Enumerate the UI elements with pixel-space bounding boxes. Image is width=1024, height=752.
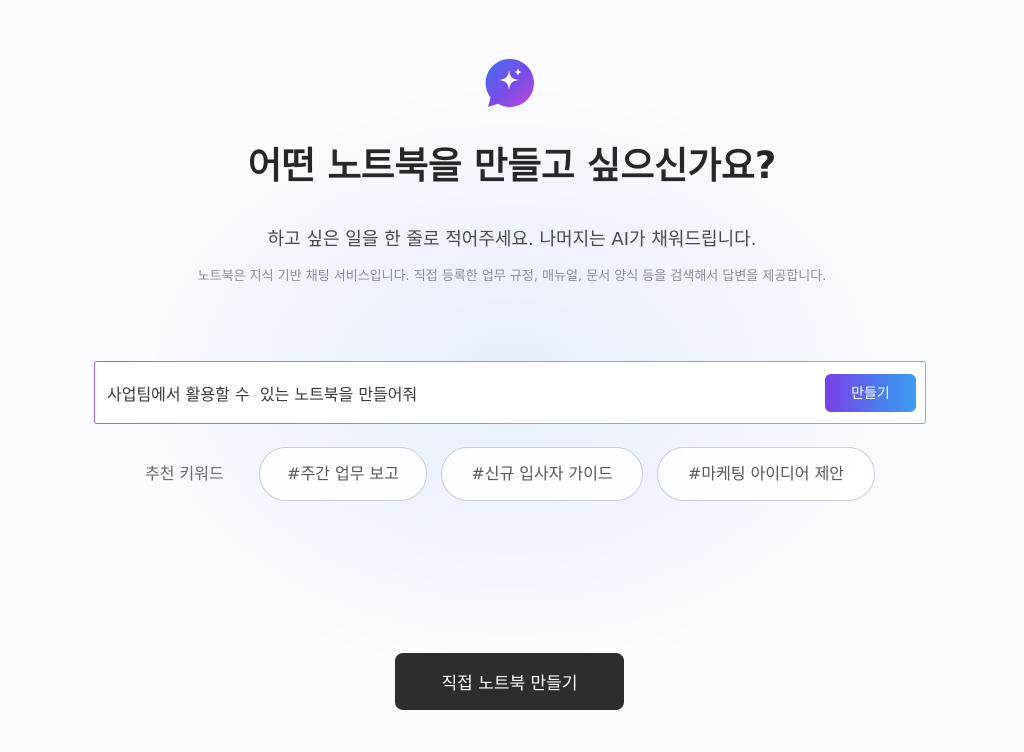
sparkle-chat-bubble-icon	[485, 58, 534, 107]
prompt-input[interactable]	[107, 362, 807, 423]
page-description: 노트북은 지식 기반 채팅 서비스입니다. 직접 등록한 업무 규정, 매뉴얼,…	[197, 269, 827, 284]
prompt-box-inner: 만들기	[95, 362, 925, 423]
keyword-chip-onboarding-guide[interactable]: #신규 입사자 가이드	[441, 447, 643, 501]
manual-create-button[interactable]: 직접 노트북 만들기	[395, 653, 624, 710]
keyword-chip-marketing-ideas[interactable]: #마케팅 아이디어 제안	[657, 447, 875, 501]
keyword-chip-weekly-report[interactable]: #주간 업무 보고	[259, 447, 427, 501]
keywords-label: 추천 키워드	[145, 464, 224, 483]
recommended-keywords: 추천 키워드 #주간 업무 보고 #신규 입사자 가이드 #마케팅 아이디어 제…	[0, 447, 1024, 501]
page-title: 어떤 노트북을 만들고 싶으신가요?	[248, 144, 776, 187]
prompt-box: 만들기	[94, 361, 926, 424]
page-subtitle: 하고 싶은 일을 한 줄로 적어주세요. 나머지는 AI가 채워드립니다.	[267, 229, 757, 250]
create-button[interactable]: 만들기	[825, 374, 916, 412]
